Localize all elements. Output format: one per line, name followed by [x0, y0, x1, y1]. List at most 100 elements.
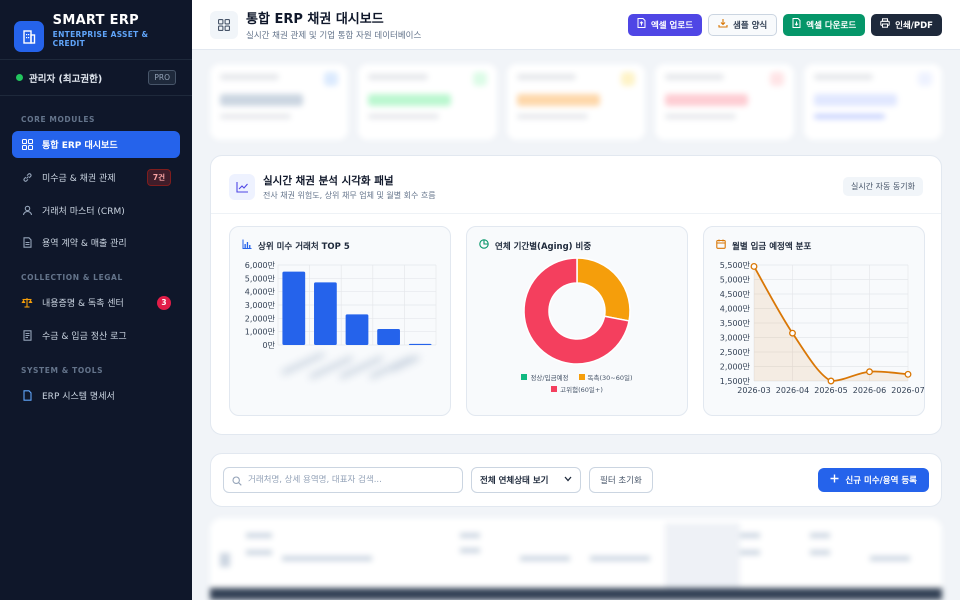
user-row[interactable]: 관리자 (최고권한) PRO	[0, 60, 192, 96]
sidebar-item-crm[interactable]: 거래처 마스터 (CRM)	[12, 197, 180, 224]
line-chart: 5,500만 5,000만 4,500만 4,000만 3,500만 3,000만 2,50…	[720, 261, 924, 395]
sidebar-item-label: 미수금 & 채권 관제	[42, 174, 116, 184]
add-receivable-button[interactable]: 신규 미수/용역 등록	[818, 468, 929, 492]
y-tick-label: 1,500만	[720, 377, 751, 386]
user-name: 관리자 (최고권한)	[29, 73, 103, 85]
receivables-table-blurred	[210, 518, 942, 600]
online-status-icon	[16, 74, 23, 81]
y-tick-label: 5,500만	[720, 261, 751, 270]
building-logo-icon	[14, 21, 44, 52]
legend-label: 독촉(30~60일)	[587, 374, 633, 382]
y-tick-label: 4,500만	[720, 290, 751, 299]
auto-sync-badge[interactable]: 실시간 자동 동기화	[843, 177, 923, 196]
y-tick-label: 3,000만	[720, 334, 751, 343]
file-upload-icon	[637, 18, 646, 31]
download-icon	[718, 18, 728, 31]
nav-section-collection: COLLECTION & LEGAL	[21, 273, 123, 282]
bar	[377, 329, 400, 345]
sample-template-label: 샘플 양식	[733, 20, 768, 31]
y-tick-label: 2,500만	[720, 348, 751, 357]
legend-item: 정상/입금예정	[521, 372, 569, 382]
stat-card	[358, 64, 497, 140]
line-point	[904, 370, 912, 378]
search-input[interactable]	[248, 475, 454, 485]
x-tick-label: 2026-03	[737, 386, 770, 395]
page-title: 통합 ERP 채권 대시보드	[246, 12, 384, 27]
donut-legend: 정상/입금예정 독촉(30~60일) 고위험(60일+)	[467, 372, 687, 394]
sidebar-item-label: 용역 계약 & 매출 관리	[42, 239, 127, 249]
viz-subtitle: 전사 채권 위험도, 상위 채무 업체 및 월별 회수 흐름	[263, 190, 436, 200]
monthly-line-chart-card: 월별 입금 예정액 분포 5,500만 5,000만 4,500만 4,000만 3,5…	[703, 226, 925, 416]
line-chart-title: 월별 입금 예정액 분포	[732, 241, 812, 252]
grid-icon	[210, 10, 238, 39]
bar-chart-title: 상위 미수 거래처 TOP 5	[258, 241, 350, 252]
y-tick-label: 1,000만	[245, 328, 276, 337]
aging-donut-chart-card: 연체 기간별(Aging) 비중 정상/입금예정 독촉(30~60일) 고위험(…	[466, 226, 688, 416]
y-tick-label: 5,000만	[720, 276, 751, 285]
file-download-icon	[792, 18, 801, 31]
print-pdf-button[interactable]: 인쇄/PDF	[871, 13, 942, 36]
sidebar-item-label: 통합 ERP 대시보드	[42, 141, 118, 151]
receivables-count-badge: 7건	[146, 169, 171, 186]
scale-icon	[21, 297, 33, 309]
stat-card	[803, 64, 943, 140]
line-point	[789, 329, 796, 337]
top5-bar-chart-card: 상위 미수 거래처 TOP 5 6,000만 5,000만 4,000만 3,000만…	[229, 226, 451, 416]
filter-bar: 전체 연체상태 보기 필터 초기화 신규 미수/용역 등록	[210, 453, 942, 507]
grid-icon	[21, 139, 33, 151]
sidebar-item-receivables[interactable]: 미수금 & 채권 관제 7건	[12, 164, 180, 191]
nav-section-system: SYSTEM & TOOLS	[21, 366, 104, 375]
search-box[interactable]	[223, 467, 463, 493]
print-pdf-label: 인쇄/PDF	[895, 20, 933, 31]
status-filter-value: 전체 연체상태 보기	[480, 476, 549, 486]
y-tick-label: 0만	[263, 341, 276, 350]
document-icon	[21, 237, 33, 249]
bar	[282, 271, 306, 345]
sidebar-item-spec[interactable]: ERP 시스템 명세서	[12, 382, 180, 409]
calendar-icon	[716, 239, 726, 252]
plus-icon	[830, 474, 839, 486]
bar-chart-icon	[242, 239, 252, 252]
page-subtitle: 실시간 채권 관제 및 기업 통합 자원 데이터베이스	[246, 31, 422, 41]
status-filter-select[interactable]: 전체 연체상태 보기	[471, 467, 581, 493]
legend-label: 고위험(60일+)	[560, 386, 603, 394]
donut-slice	[576, 257, 631, 322]
excel-download-button[interactable]: 엑셀 다운로드	[783, 13, 866, 36]
bar	[314, 282, 337, 345]
add-receivable-label: 신규 미수/용역 등록	[845, 476, 917, 486]
bar	[345, 314, 369, 345]
line-point	[827, 377, 835, 385]
sidebar: SMART ERP ENTERPRISE ASSET & CREDIT 관리자 …	[0, 0, 192, 600]
sidebar-item-label: 수금 & 입금 정산 로그	[42, 332, 127, 342]
x-tick-label: 2026-04	[776, 386, 809, 395]
visualization-panel: 실시간 채권 분석 시각화 패널 전사 채권 위험도, 상위 채무 업체 및 월…	[210, 155, 942, 435]
stat-card	[506, 64, 646, 140]
sidebar-item-dashboard[interactable]: 통합 ERP 대시보드	[12, 131, 180, 158]
page-header: 통합 ERP 채권 대시보드 실시간 채권 관제 및 기업 통합 자원 데이터베…	[192, 0, 960, 50]
brand-subtitle: ENTERPRISE ASSET & CREDIT	[52, 30, 149, 48]
reset-filter-button[interactable]: 필터 초기화	[589, 467, 653, 493]
y-tick-label: 5,000만	[245, 274, 276, 283]
plan-badge: PRO	[148, 70, 176, 85]
y-tick-label: 2,000만	[245, 314, 276, 323]
search-icon	[232, 471, 242, 490]
excel-download-label: 엑셀 다운로드	[806, 20, 857, 31]
excel-upload-button[interactable]: 엑셀 업로드	[627, 13, 703, 36]
sidebar-item-contracts[interactable]: 용역 계약 & 매출 관리	[12, 229, 180, 256]
y-tick-label: 4,000만	[720, 305, 751, 314]
sidebar-item-payment-log[interactable]: 수금 & 입금 정산 로그	[12, 322, 180, 349]
stat-cards-blurred	[210, 64, 943, 140]
x-tick-label: 2026-06	[853, 386, 886, 395]
x-tick-label: 2026-05	[814, 386, 847, 395]
chevron-down-icon	[564, 475, 572, 485]
link-icon	[21, 172, 33, 184]
stat-card	[655, 64, 794, 140]
nav-section-core: CORE MODULES	[21, 115, 96, 124]
legend-item: 독촉(30~60일)	[578, 372, 633, 382]
donut-chart	[523, 257, 631, 365]
legend-label: 정상/입금예정	[530, 374, 569, 382]
receipt-icon	[21, 330, 33, 342]
sidebar-item-notices[interactable]: 내용증명 & 독촉 센터 3	[12, 289, 180, 316]
sample-template-button[interactable]: 샘플 양식	[708, 13, 778, 36]
y-tick-label: 2,000만	[720, 363, 751, 372]
